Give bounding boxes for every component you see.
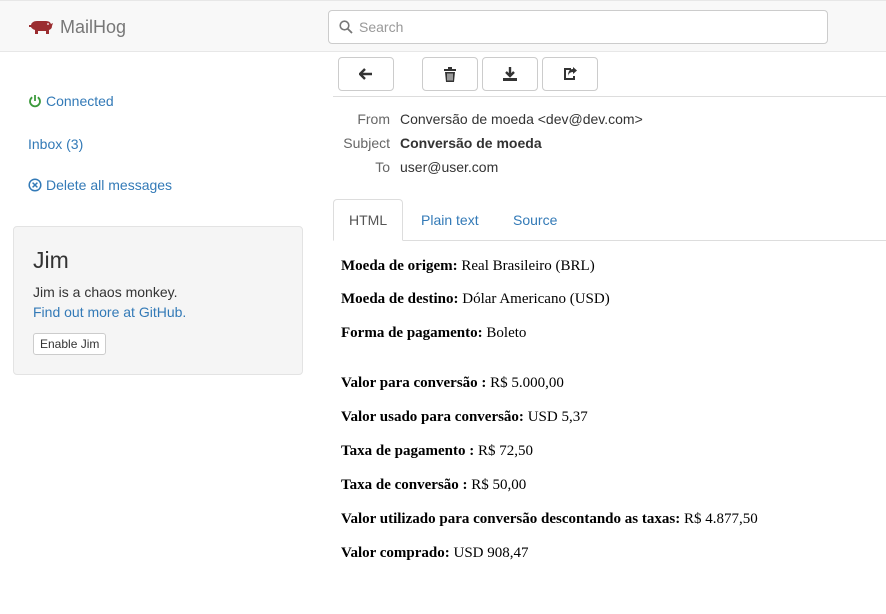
back-button[interactable] xyxy=(338,57,394,91)
to-value: user@user.com xyxy=(400,159,499,175)
trash-icon xyxy=(444,66,456,82)
to-label: To xyxy=(375,159,390,175)
tab-html[interactable]: HTML xyxy=(333,199,403,241)
download-icon xyxy=(503,67,517,81)
body-line: Valor para conversão : R$ 5.000,00 xyxy=(341,375,564,391)
tab-source[interactable]: Source xyxy=(498,199,572,241)
brand[interactable]: MailHog xyxy=(28,15,126,39)
share-icon xyxy=(564,67,577,80)
enable-jim-button[interactable]: Enable Jim xyxy=(33,333,107,355)
body-line: Forma de pagamento: Boleto xyxy=(341,325,527,341)
inbox-label: Inbox (3) xyxy=(28,136,84,152)
jim-panel: Jim Jim is a chaos monkey. Find out more… xyxy=(13,226,303,375)
delete-button[interactable] xyxy=(422,57,478,91)
navbar: MailHog xyxy=(0,0,886,52)
connected-status[interactable]: Connected xyxy=(28,93,114,109)
pig-logo-icon xyxy=(28,17,54,37)
from-label: From xyxy=(357,111,390,127)
tab-plain-text[interactable]: Plain text xyxy=(406,199,494,241)
toolbar-divider xyxy=(333,96,886,97)
search-box[interactable] xyxy=(328,10,828,44)
inbox-link[interactable]: Inbox (3) xyxy=(28,136,83,152)
subject-label: Subject xyxy=(343,135,390,151)
power-icon xyxy=(28,94,42,108)
download-button[interactable] xyxy=(482,57,538,91)
body-line: Valor utilizado para conversão descontan… xyxy=(341,511,758,527)
subject-value: Conversão de moeda xyxy=(400,135,542,151)
github-link[interactable]: Find out more at GitHub. xyxy=(33,304,186,320)
jim-description: Jim is a chaos monkey. xyxy=(33,284,178,300)
search-icon xyxy=(339,20,353,34)
brand-name: MailHog xyxy=(60,16,127,37)
back-arrow-icon xyxy=(359,68,372,80)
body-line: Taxa de pagamento : R$ 72,50 xyxy=(341,443,533,459)
body-line: Taxa de conversão : R$ 50,00 xyxy=(341,477,527,493)
search-input[interactable] xyxy=(359,12,827,42)
body-line: Valor comprado: USD 908,47 xyxy=(341,545,529,561)
connected-label: Connected xyxy=(46,93,114,109)
delete-all-label: Delete all messages xyxy=(46,177,173,193)
body-line: Moeda de destino: Dólar Americano (USD) xyxy=(341,291,610,307)
from-value: Conversão de moeda <dev@dev.com> xyxy=(400,111,643,127)
body-line: Moeda de origem: Real Brasileiro (BRL) xyxy=(341,258,595,274)
release-button[interactable] xyxy=(542,57,598,91)
delete-all-link[interactable]: Delete all messages xyxy=(28,177,172,193)
body-line: Valor usado para conversão: USD 5,37 xyxy=(341,409,588,425)
jim-title: Jim xyxy=(33,247,69,273)
remove-circle-icon xyxy=(28,178,42,192)
